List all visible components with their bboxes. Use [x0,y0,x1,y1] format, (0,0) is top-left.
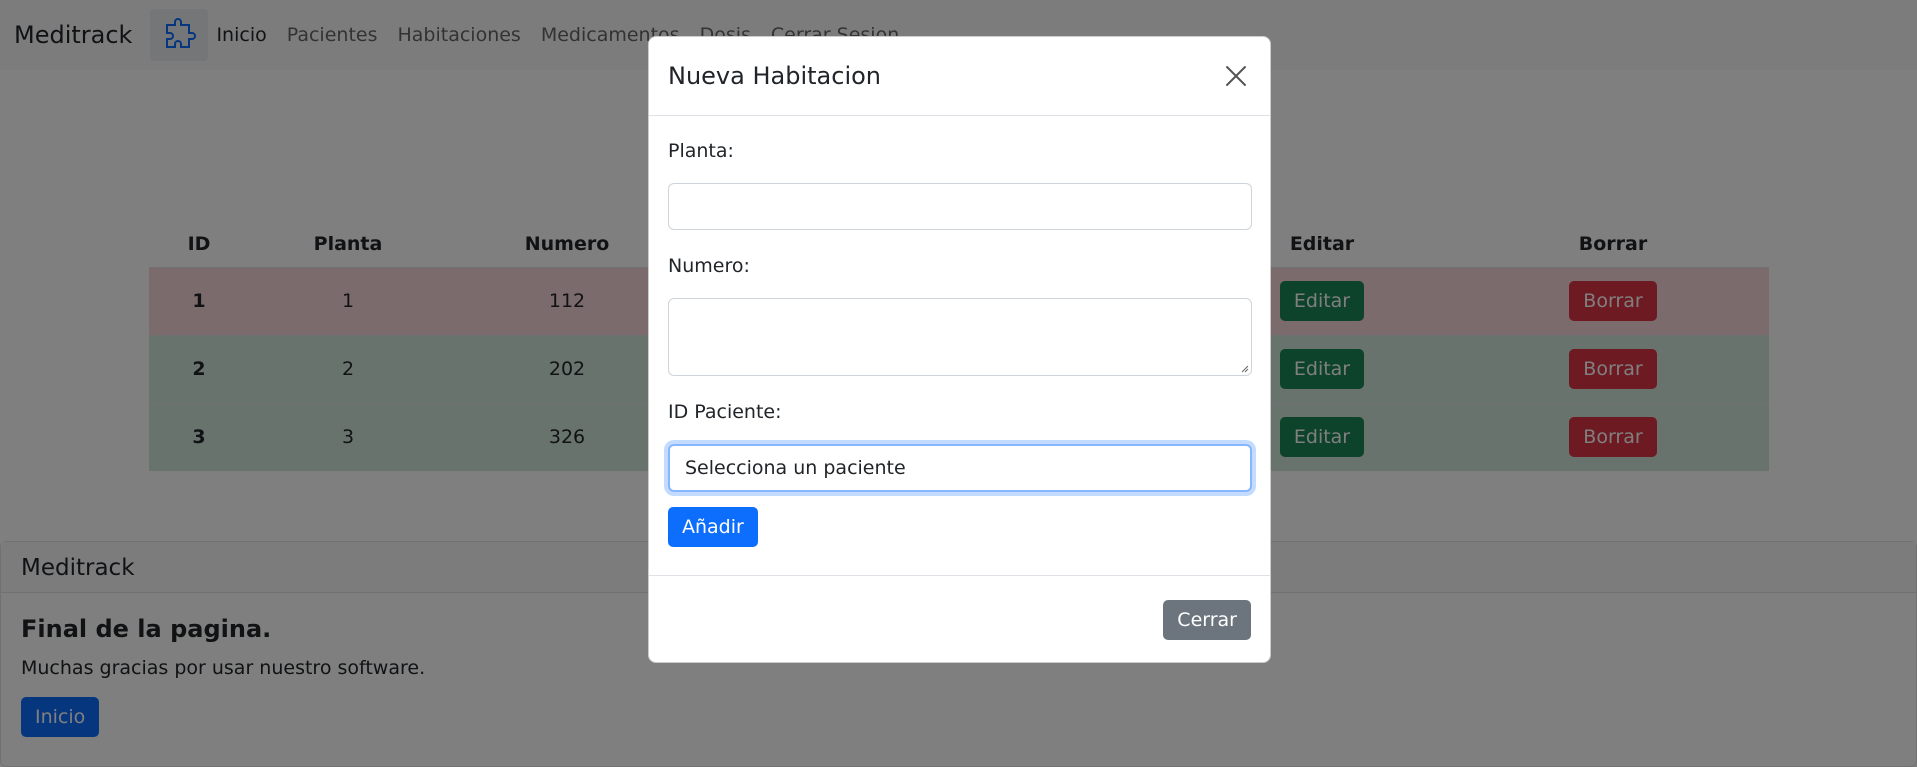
paciente-label: ID Paciente: [668,401,782,423]
resize-grip-icon[interactable] [1239,363,1249,373]
add-button[interactable]: Añadir [668,507,758,547]
planta-label: Planta: [668,140,734,162]
close-button[interactable]: Cerrar [1163,599,1251,640]
planta-input[interactable] [668,183,1252,230]
numero-textarea[interactable] [668,298,1252,376]
numero-label: Numero: [668,255,750,277]
modal-body: Planta: Numero: ID Paciente: Selecciona … [649,116,1270,576]
new-room-modal: Nueva Habitacion Planta: Numero: ID Paci… [648,36,1271,663]
paciente-select[interactable]: Selecciona un paciente [668,444,1252,492]
close-icon[interactable] [1221,61,1251,91]
modal-header: Nueva Habitacion [649,37,1270,116]
modal-title: Nueva Habitacion [668,62,881,90]
modal-footer: Cerrar [649,576,1270,663]
